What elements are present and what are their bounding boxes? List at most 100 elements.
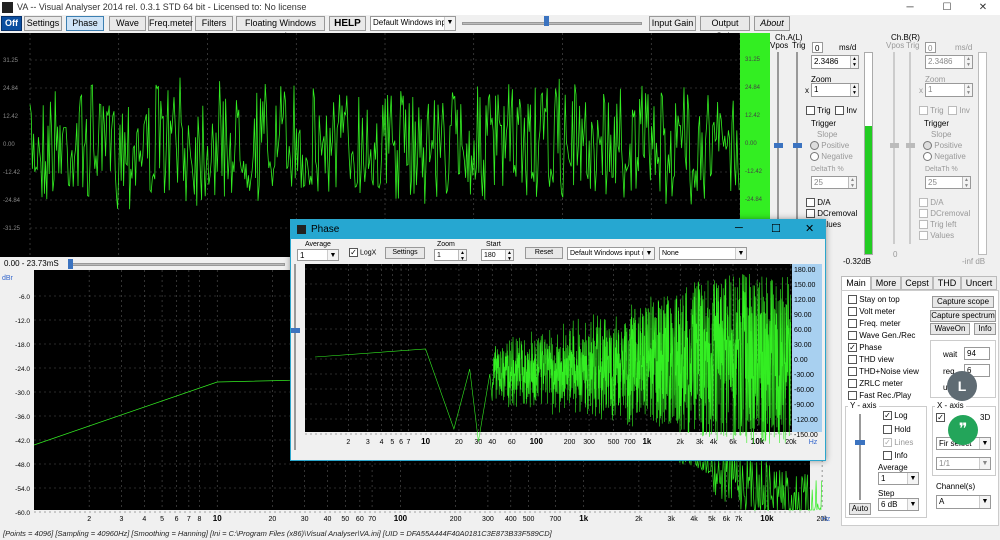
phase-vslider-thumb[interactable] — [291, 328, 300, 333]
time-scroll-thumb[interactable] — [68, 259, 73, 269]
ch-b-trig-thumb[interactable] — [906, 143, 915, 148]
about-button[interactable]: About — [754, 16, 790, 31]
ch-b-delta-spinner[interactable]: 25 ▲ ▼ — [925, 176, 971, 189]
tab-uncert[interactable]: Uncert — [961, 276, 997, 290]
checkbox-icon[interactable] — [883, 425, 892, 435]
ch-a-delta-spinner[interactable]: 25 ▲ ▼ — [811, 176, 857, 189]
lines-checkbox[interactable]: ✓ Lines — [883, 438, 913, 448]
spinner-arrows-icon[interactable]: ▲ ▼ — [964, 56, 972, 68]
wave-gen-checkbox[interactable]: Wave Gen./Rec — [848, 331, 915, 341]
maximize-icon[interactable]: ☐ — [932, 0, 962, 15]
tab-cepst[interactable]: Cepst — [901, 276, 933, 290]
spinner-arrows-icon[interactable]: ▲ ▼ — [505, 250, 513, 262]
time-scroll-track[interactable] — [70, 263, 285, 266]
volt-meter-checkbox[interactable]: Volt meter — [848, 307, 895, 317]
ch-b-vpos-thumb[interactable] — [890, 143, 899, 148]
ch-b-ms-zero[interactable]: 0 — [925, 42, 936, 53]
ch-a-trig-checkbox[interactable]: Trig — [806, 106, 831, 116]
spinner-arrows-icon[interactable]: ▲ ▼ — [848, 177, 856, 189]
ch-a-ms-zero[interactable]: 0 — [812, 42, 823, 53]
info-checkbox[interactable]: Info — [883, 451, 908, 461]
close-icon[interactable]: ✕ — [805, 222, 814, 235]
fast-rec-checkbox[interactable]: Fast Rec./Play — [848, 391, 911, 401]
radio-icon[interactable] — [810, 141, 819, 151]
average-select[interactable]: 1 ▼ — [878, 472, 919, 485]
ch-b-da-checkbox[interactable]: D/A — [919, 198, 944, 208]
capture-spectrum-button[interactable]: Capture spectrum — [930, 310, 996, 322]
checkbox-icon[interactable] — [848, 319, 857, 329]
auto-button[interactable]: Auto — [849, 503, 871, 515]
avatar[interactable]: L — [947, 371, 977, 401]
channel-select[interactable]: A ▼ — [936, 495, 991, 509]
checkbox-icon[interactable] — [948, 106, 957, 116]
checkbox-icon[interactable] — [806, 209, 815, 219]
phase-vslider[interactable] — [294, 264, 296, 450]
checkbox-icon[interactable] — [919, 209, 928, 219]
phase-button[interactable]: Phase — [66, 16, 104, 31]
freq-meter-checkbox[interactable]: Freq. meter — [848, 319, 901, 329]
checkbox-icon[interactable] — [835, 106, 844, 116]
checkbox-icon[interactable] — [919, 220, 928, 230]
ch-b-zoom-spinner[interactable]: 1 ▲ ▼ — [925, 83, 973, 97]
spinner-arrows-icon[interactable]: ▲ ▼ — [964, 84, 972, 96]
ch-b-dcremoval-checkbox[interactable]: DCremoval — [919, 209, 970, 219]
help-button[interactable]: HELP — [329, 16, 366, 31]
logx-checkbox[interactable]: ✓ LogX — [349, 248, 376, 257]
thd-noise-checkbox[interactable]: THD+Noise view — [848, 367, 919, 377]
y-axis-slider[interactable] — [859, 414, 861, 500]
minimize-icon[interactable]: ─ — [895, 0, 925, 15]
checkbox-icon[interactable] — [848, 355, 857, 365]
gain-slider-track[interactable] — [462, 22, 642, 25]
spinner-arrows-icon[interactable]: ▲ ▼ — [850, 84, 858, 96]
phase-reset-button[interactable]: Reset — [525, 247, 563, 259]
stay-on-top-checkbox[interactable]: Stay on top — [848, 295, 900, 305]
ch-a-positive-radio[interactable]: Positive — [810, 141, 849, 151]
tab-main[interactable]: Main — [841, 276, 871, 290]
tab-more[interactable]: More — [871, 276, 901, 290]
step-select[interactable]: 6 dB ▼ — [878, 498, 919, 511]
phase-filter-select[interactable]: None ▼ — [659, 247, 747, 260]
checkmark-icon[interactable]: ✓ — [883, 438, 892, 448]
close-icon[interactable]: ✕ — [968, 0, 998, 15]
y-axis-thumb[interactable] — [855, 440, 865, 445]
input-gain-button[interactable]: Input Gain — [649, 16, 696, 31]
minimize-icon[interactable]: ─ — [735, 222, 743, 234]
phase-start-spinner[interactable]: 180 ▲ ▼ — [481, 249, 514, 262]
ch-a-vpos-slider[interactable] — [777, 52, 779, 244]
phase-average-select[interactable]: 1 ▼ — [297, 249, 339, 261]
input-device-select[interactable]: Default Windows inp ▼ — [370, 16, 456, 31]
checkbox-icon[interactable] — [848, 307, 857, 317]
checkbox-icon[interactable] — [848, 331, 857, 341]
off-button[interactable]: Off — [1, 16, 22, 31]
thd-view-checkbox[interactable]: THD view — [848, 355, 894, 365]
checkmark-icon[interactable]: ✓ — [349, 248, 358, 257]
spinner-arrows-icon[interactable]: ▲ ▼ — [458, 250, 466, 262]
checkmark-icon[interactable]: ✓ — [936, 413, 945, 423]
checkbox-icon[interactable] — [806, 106, 815, 116]
ch-a-vpos-thumb[interactable] — [774, 143, 783, 148]
ratio-select[interactable]: 1/1 ▼ — [936, 457, 991, 470]
ch-b-vpos-slider[interactable] — [893, 52, 895, 244]
x-log-checkbox[interactable]: ✓ — [936, 413, 945, 423]
ch-a-zoom-spinner[interactable]: 1 ▲ ▼ — [811, 83, 859, 97]
ch-a-negative-radio[interactable]: Negative — [810, 152, 853, 162]
hold-checkbox[interactable]: Hold — [883, 425, 911, 435]
tab-thd[interactable]: THD — [933, 276, 961, 290]
freq-meter-button[interactable]: Freq.meter — [148, 16, 193, 31]
radio-icon[interactable] — [810, 152, 819, 162]
checkbox-icon[interactable] — [848, 295, 857, 305]
ch-a-inv-checkbox[interactable]: Inv — [835, 106, 857, 116]
radio-icon[interactable] — [923, 141, 932, 151]
ch-a-ms-d-spinner[interactable]: 2.3486 ▲ ▼ — [811, 55, 859, 69]
checkbox-icon[interactable] — [806, 198, 815, 208]
floating-windows-button[interactable]: Floating Windows mode — [236, 16, 325, 41]
ch-b-inv-checkbox[interactable]: Inv — [948, 106, 970, 116]
wave-on-button[interactable]: WaveOn — [930, 323, 970, 335]
spinner-arrows-icon[interactable]: ▲ ▼ — [962, 177, 970, 189]
checkbox-icon[interactable] — [848, 379, 857, 389]
output-gain-button[interactable]: Output Gain — [700, 16, 750, 41]
zrlc-checkbox[interactable]: ZRLC meter — [848, 379, 903, 389]
checkbox-icon[interactable] — [919, 231, 928, 241]
ch-a-dcremoval-checkbox[interactable]: DCremoval — [806, 209, 857, 219]
radio-icon[interactable] — [923, 152, 932, 162]
